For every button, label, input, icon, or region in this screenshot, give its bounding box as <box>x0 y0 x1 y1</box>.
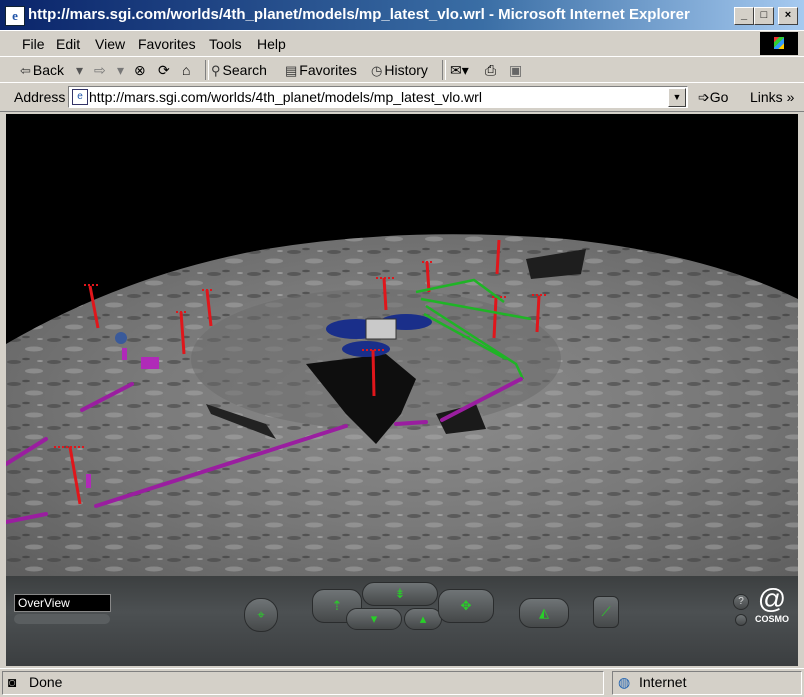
red-marker <box>371 349 376 397</box>
viewpoint-nav-arrows[interactable] <box>14 614 110 624</box>
minimize-button[interactable]: _ <box>734 7 754 25</box>
mail-icon[interactable]: ✉▾ <box>450 62 469 79</box>
vrml-viewport[interactable] <box>6 114 798 576</box>
window-title: http://mars.sgi.com/worlds/4th_planet/mo… <box>28 6 690 23</box>
purple-marker <box>122 348 127 360</box>
seek-button[interactable]: ⌖ <box>244 598 278 632</box>
back-dropdown-icon[interactable]: ▾ <box>76 62 83 79</box>
zone-text: Internet <box>639 674 687 690</box>
go-button[interactable]: ➩Go <box>698 89 728 106</box>
links-button[interactable]: Links » <box>750 89 794 105</box>
refresh-icon[interactable]: ⟳ <box>158 62 170 79</box>
viewpoint-select[interactable]: OverView <box>14 594 111 612</box>
red-marker <box>495 239 501 275</box>
rotate-button[interactable]: ▾ <box>346 608 402 630</box>
red-marker <box>492 297 498 339</box>
history-button[interactable]: ◷ History <box>371 62 428 79</box>
status-bar: ◙ Done ◍ Internet <box>0 668 804 697</box>
edit-icon[interactable]: ▣ <box>509 62 522 79</box>
walk-button[interactable]: ⇟ <box>362 582 438 606</box>
address-url: http://mars.sgi.com/worlds/4th_planet/mo… <box>89 89 482 105</box>
viewpoint-cycle-button[interactable]: ◭ <box>519 598 569 628</box>
home-icon[interactable]: ⌂ <box>182 62 190 78</box>
pan-button[interactable]: ✥ <box>438 589 494 623</box>
history-icon: ◷ <box>371 63 383 78</box>
globe-icon: ◍ <box>618 674 631 690</box>
maximize-button[interactable]: □ <box>754 7 774 25</box>
pathfinder-lander <box>365 318 397 340</box>
toolbar-separator <box>442 60 446 80</box>
help-button[interactable]: ? <box>733 594 749 610</box>
favorites-button[interactable]: ▤ Favorites <box>285 62 357 79</box>
address-bar: Address e http://mars.sgi.com/worlds/4th… <box>0 82 804 112</box>
purple-path <box>394 420 428 426</box>
red-marker <box>535 295 541 333</box>
print-icon[interactable]: ⎙ <box>485 62 496 79</box>
back-button[interactable]: ⇦ Back <box>20 62 64 79</box>
forward-dropdown-icon[interactable]: ▾ <box>117 62 124 79</box>
back-arrow-icon: ⇦ <box>20 63 31 78</box>
title-bar: e http://mars.sgi.com/worlds/4th_planet/… <box>0 0 804 30</box>
stop-icon[interactable]: ⊗ <box>134 62 146 79</box>
purple-marker <box>86 474 91 488</box>
cosmo-swirl-icon: @ <box>757 583 787 614</box>
ie-icon[interactable]: e <box>5 6 25 26</box>
status-text: Done <box>29 674 63 690</box>
cosmo-player-controls: OverView ⌖ ⇡ ⇟ ▾ ▴ ✥ ◭ ⟋ ? @ COSMO <box>6 576 798 666</box>
toolbar-separator <box>205 60 209 80</box>
favorites-icon: ▤ <box>285 63 298 78</box>
status-page-icon: ◙ <box>8 674 17 690</box>
standard-toolbar: ⇦ Back ▾ ⇨ ▾ ⊗ ⟳ ⌂ ⚲ Search ▤ Favorites ◷ Hi… <box>0 56 804 84</box>
mars-terrain-scene <box>6 234 798 576</box>
status-pane <box>2 671 604 695</box>
menu-file[interactable]: File <box>22 36 45 52</box>
address-dropdown-button[interactable]: ▼ <box>668 88 686 107</box>
menu-view[interactable]: View <box>95 36 125 52</box>
menu-help[interactable]: Help <box>257 36 286 52</box>
search-icon: ⚲ <box>211 63 221 78</box>
close-button[interactable]: × <box>778 7 798 25</box>
cosmo-logo: @ COSMO <box>752 584 792 630</box>
address-label: Address <box>14 89 66 105</box>
straighten-button[interactable]: ⟋ <box>593 596 619 628</box>
menu-bar: File Edit View Favorites Tools Help <box>0 30 804 58</box>
menu-favorites[interactable]: Favorites <box>138 36 196 52</box>
menu-tools[interactable]: Tools <box>209 36 242 52</box>
purple-marker <box>141 357 159 369</box>
menu-edit[interactable]: Edit <box>56 36 80 52</box>
windows-logo-icon <box>760 32 798 55</box>
red-marker <box>425 261 431 293</box>
address-input[interactable]: e http://mars.sgi.com/worlds/4th_planet/… <box>68 86 688 108</box>
go-arrow-icon: ➩ <box>698 89 710 105</box>
tilt-button[interactable]: ▴ <box>404 608 442 630</box>
forward-button[interactable]: ⇨ <box>94 62 106 79</box>
red-marker <box>382 277 388 311</box>
search-button[interactable]: ⚲ Search <box>211 62 267 79</box>
info-button[interactable] <box>735 614 747 626</box>
page-icon: e <box>72 89 88 105</box>
rover-icon <box>115 332 127 344</box>
